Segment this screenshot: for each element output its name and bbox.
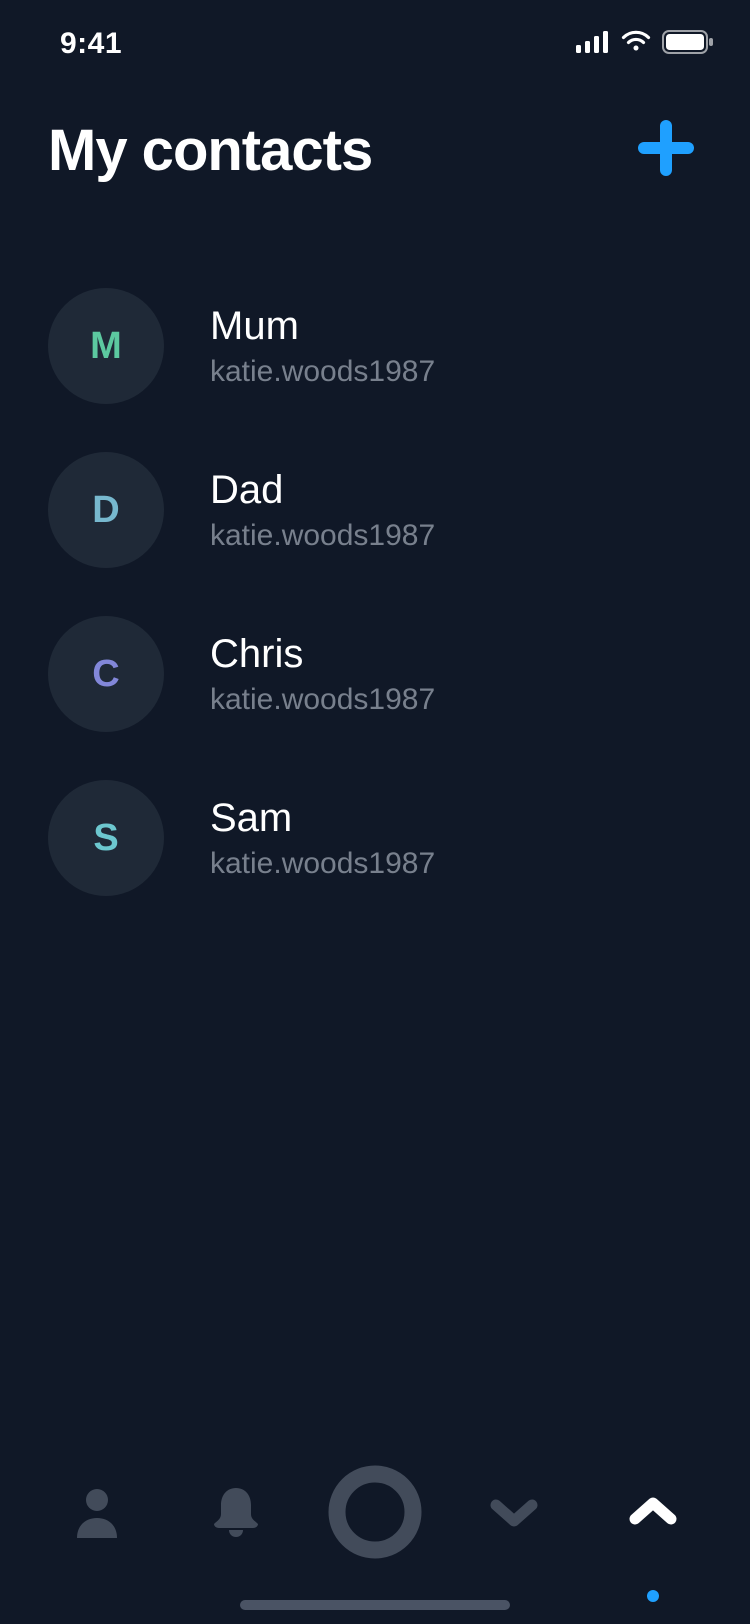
avatar: D: [48, 452, 164, 568]
nav-home[interactable]: [315, 1454, 435, 1574]
home-indicator: [240, 1600, 510, 1610]
avatar: S: [48, 780, 164, 896]
plus-icon: [638, 120, 694, 181]
contact-info: Sam katie.woods1987: [210, 796, 435, 881]
page-title: My contacts: [48, 117, 372, 184]
cellular-icon: [576, 31, 610, 58]
nav-collapse[interactable]: [454, 1454, 574, 1574]
contact-handle: katie.woods1987: [210, 519, 435, 553]
contact-name: Mum: [210, 304, 435, 349]
chevron-down-icon: [490, 1497, 538, 1532]
bell-icon: [210, 1484, 262, 1545]
contact-handle: katie.woods1987: [210, 683, 435, 717]
status-indicators: [576, 30, 714, 59]
add-contact-button[interactable]: [630, 114, 702, 186]
contact-handle: katie.woods1987: [210, 355, 435, 389]
status-time: 9:41: [60, 27, 122, 61]
contact-handle: katie.woods1987: [210, 847, 435, 881]
contact-list: MMumkatie.woods1987DDadkatie.woods1987CC…: [0, 264, 750, 920]
contact-info: Chris katie.woods1987: [210, 632, 435, 717]
battery-icon: [662, 30, 714, 59]
avatar: C: [48, 616, 164, 732]
nav-expand[interactable]: [593, 1454, 713, 1574]
avatar: M: [48, 288, 164, 404]
chevron-up-icon: [629, 1497, 677, 1532]
active-indicator: [647, 1590, 659, 1602]
person-icon: [73, 1486, 121, 1543]
wifi-icon: [620, 30, 652, 59]
status-bar: 9:41: [0, 0, 750, 88]
header: My contacts: [0, 100, 750, 200]
nav-alerts[interactable]: [176, 1454, 296, 1574]
contact-name: Chris: [210, 632, 435, 677]
contact-info: Dad katie.woods1987: [210, 468, 435, 553]
ring-icon: [328, 1465, 422, 1564]
bottom-nav: [0, 1444, 750, 1584]
contact-row[interactable]: M Mum katie.woods1987: [48, 264, 702, 428]
contact-row[interactable]: S Sam katie.woods1987: [48, 756, 702, 920]
contact-name: Dad: [210, 468, 435, 513]
contact-row[interactable]: D Dad katie.woods1987: [48, 428, 702, 592]
nav-contacts[interactable]: [37, 1454, 157, 1574]
contact-info: Mum katie.woods1987: [210, 304, 435, 389]
contact-row[interactable]: C Chris katie.woods1987: [48, 592, 702, 756]
contact-name: Sam: [210, 796, 435, 841]
